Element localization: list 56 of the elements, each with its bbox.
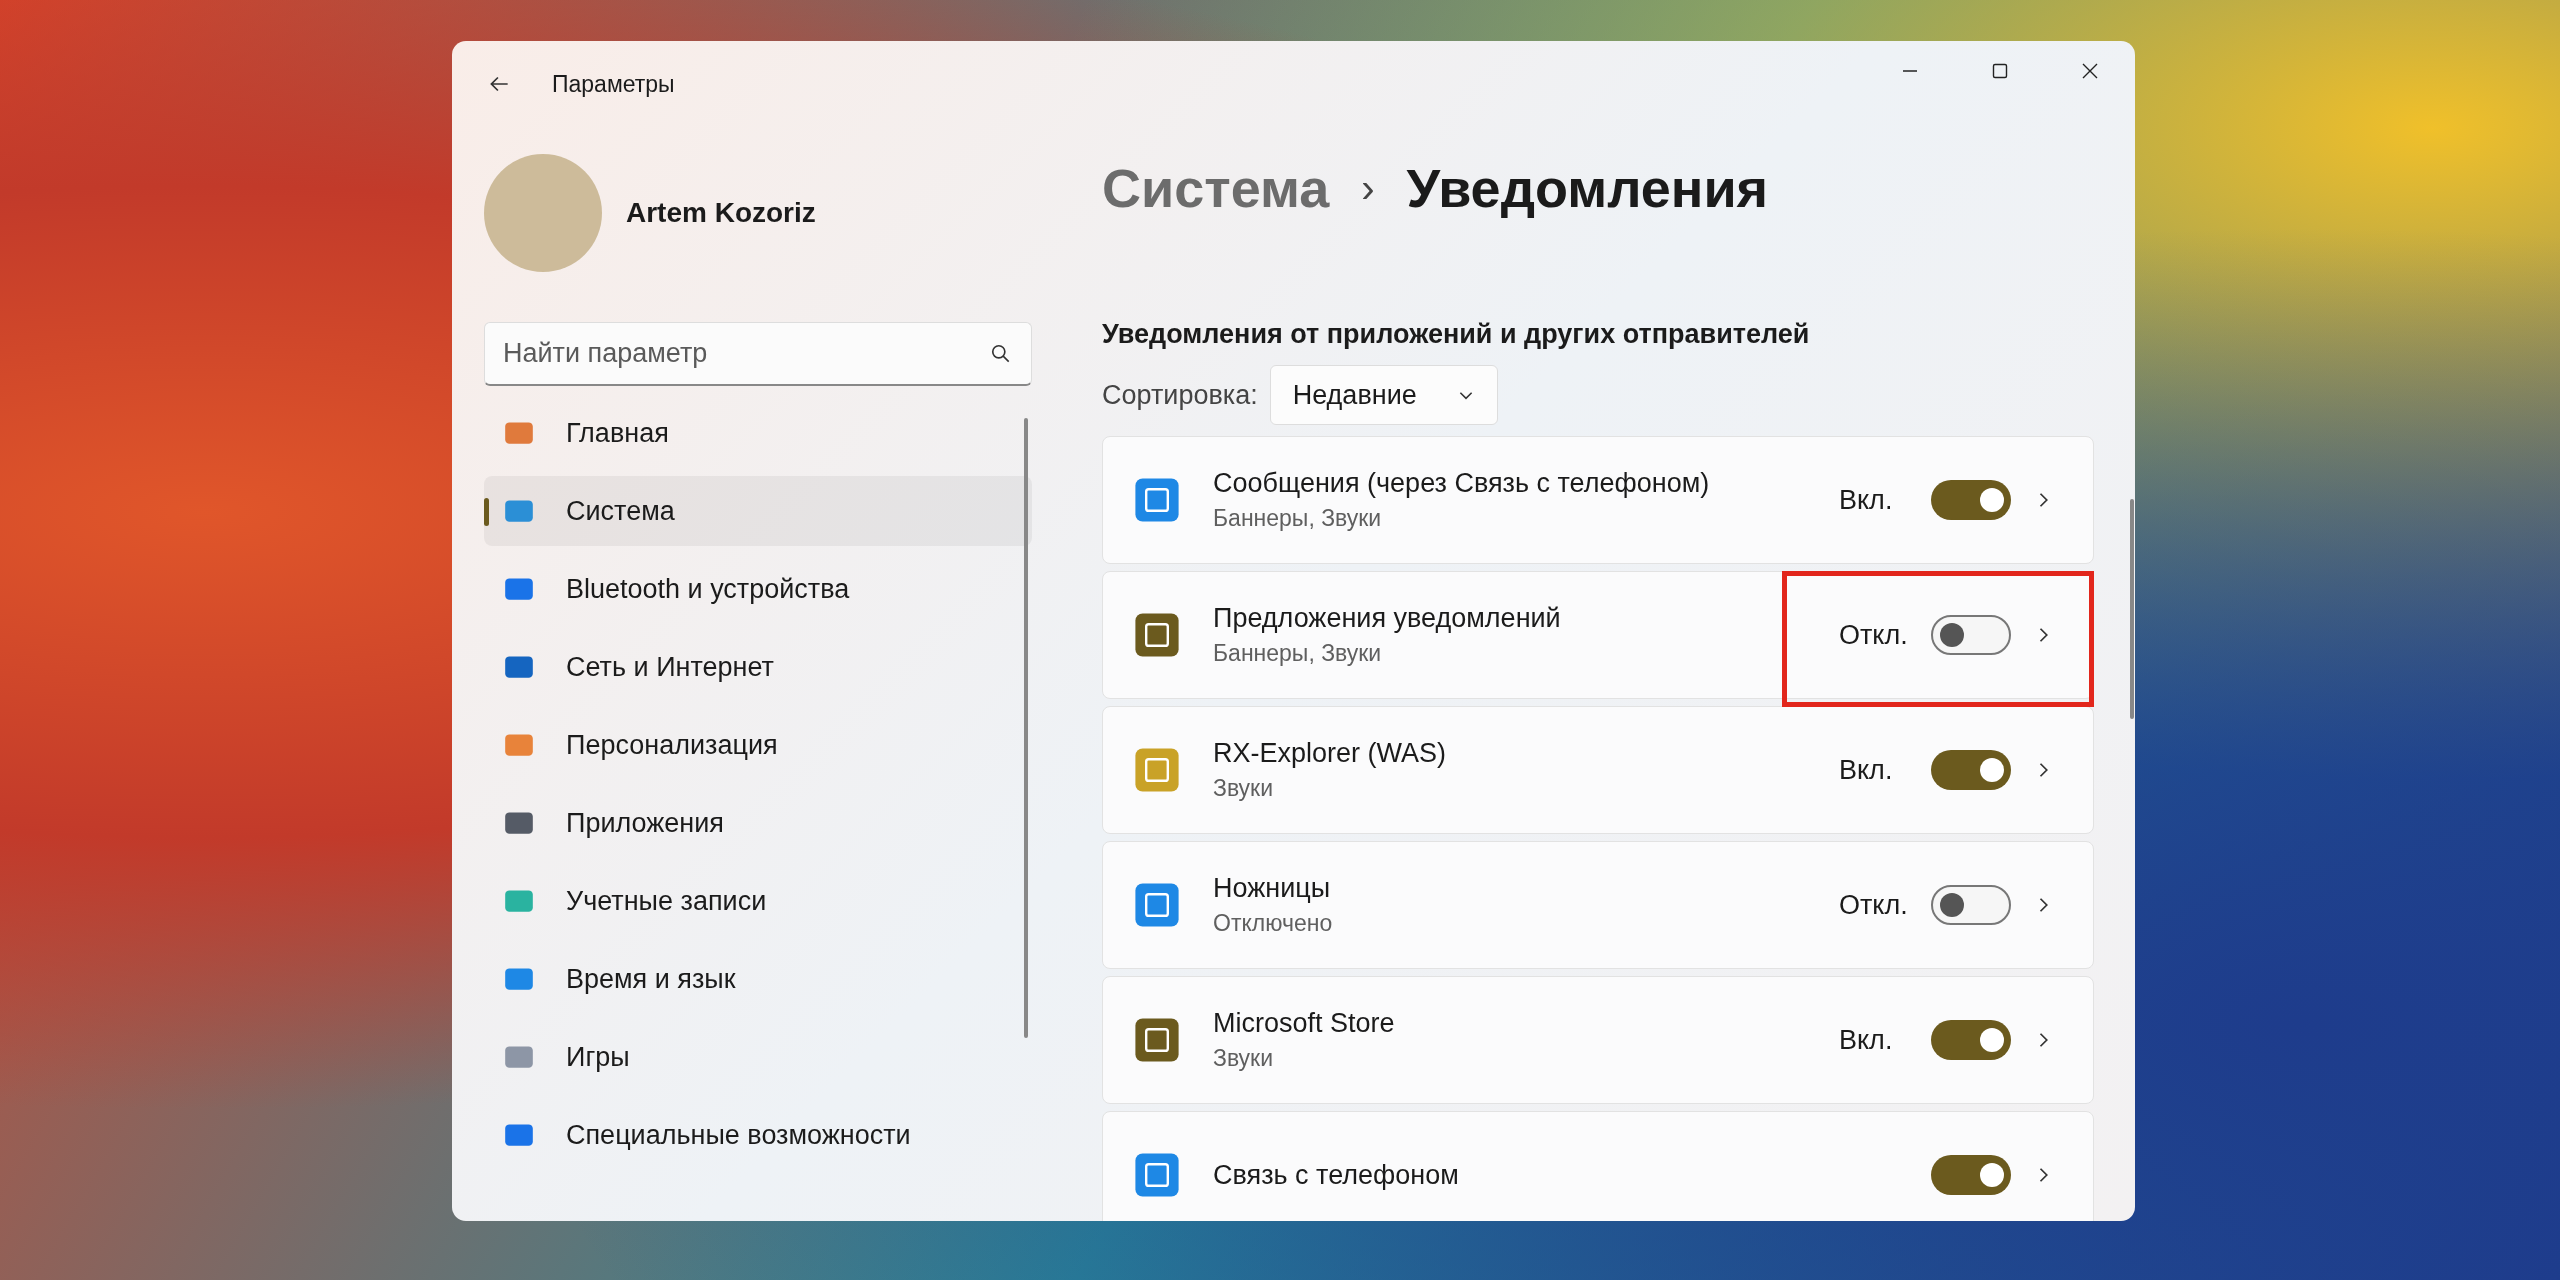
app-row[interactable]: Связь с телефоном [1102,1111,2094,1221]
app-name: Предложения уведомлений [1213,603,1562,634]
window-title: Параметры [552,70,675,98]
sort-label: Сортировка: [1102,379,1258,411]
search-field[interactable]: Найти параметр [484,322,1032,386]
sidebar-item[interactable]: Время и язык [484,944,1032,1014]
app-icon [1133,1151,1181,1199]
app-detail: Баннеры, Звуки [1213,640,1383,667]
app-icon [1133,611,1181,659]
sidebar-item[interactable]: Игры [484,1022,1032,1092]
selection-indicator [484,498,489,526]
sort-dropdown[interactable]: Недавние [1269,365,1498,425]
app-row[interactable]: Ножницы Отключено Откл. [1102,841,2094,969]
sidebar-item[interactable]: Главная [484,398,1032,468]
sidebar-item[interactable]: Специальные возможности [484,1100,1032,1170]
app-row[interactable]: Microsoft Store Звуки Вкл. [1102,976,2094,1104]
app-detail: Звуки [1213,1045,1274,1072]
search-icon [990,343,1012,365]
app-name: Ножницы [1213,873,1332,904]
toggle-state: Вкл. [1839,484,1894,516]
sidebar-item[interactable]: Система [484,476,1032,546]
user-name: Artem Kozoriz [626,197,816,229]
toggle-state: Вкл. [1839,754,1894,786]
sidebar-item[interactable]: Сеть и Интернет [484,632,1032,702]
toggle-switch[interactable] [1931,615,2011,655]
breadcrumb-separator: › [1361,165,1375,211]
app-icon [1133,476,1181,524]
toggle-switch[interactable] [1931,1155,2011,1195]
scrollbar[interactable] [1024,418,1028,1038]
app-row[interactable]: RX-Explorer (WAS) Звуки Вкл. [1102,706,2094,834]
sidebar-item[interactable]: Учетные записи [484,866,1032,936]
app-detail: Баннеры, Звуки [1213,505,1383,532]
app-detail: Звуки [1213,775,1274,802]
section-heading: Уведомления от приложений и других отправителей [1102,319,1811,350]
sidebar-item[interactable]: Bluetooth и устройства [484,554,1032,624]
app-name: Связь с телефоном [1213,1159,1460,1191]
app-name: Microsoft Store [1213,1008,1396,1039]
app-icon [1133,1016,1181,1064]
toggle-switch[interactable] [1931,885,2011,925]
sidebar-item[interactable]: Персонализация [484,710,1032,780]
app-icon [1133,746,1181,794]
toggle-state: Откл. [1839,889,1909,921]
page-title: Уведомления [1406,157,1769,219]
toggle-switch[interactable] [1931,480,2011,520]
app-row[interactable]: Сообщения (через Связь с телефоном) Баннеры, Звуки Вкл. [1102,436,2094,564]
breadcrumb-link[interactable]: Система [1102,157,1330,219]
toggle-switch[interactable] [1931,1020,2011,1060]
toggle-state: Откл. [1839,619,1909,651]
toggle-state: Вкл. [1839,1024,1894,1056]
app-detail: Отключено [1213,910,1334,937]
toggle-switch[interactable] [1931,750,2011,790]
app-name: RX-Explorer (WAS) [1213,738,1448,769]
app-icon [1133,881,1181,929]
sidebar-item[interactable]: Приложения [484,788,1032,858]
app-name: Сообщения (через Связь с телефоном) [1213,468,1711,499]
scrollbar[interactable] [2130,499,2134,719]
